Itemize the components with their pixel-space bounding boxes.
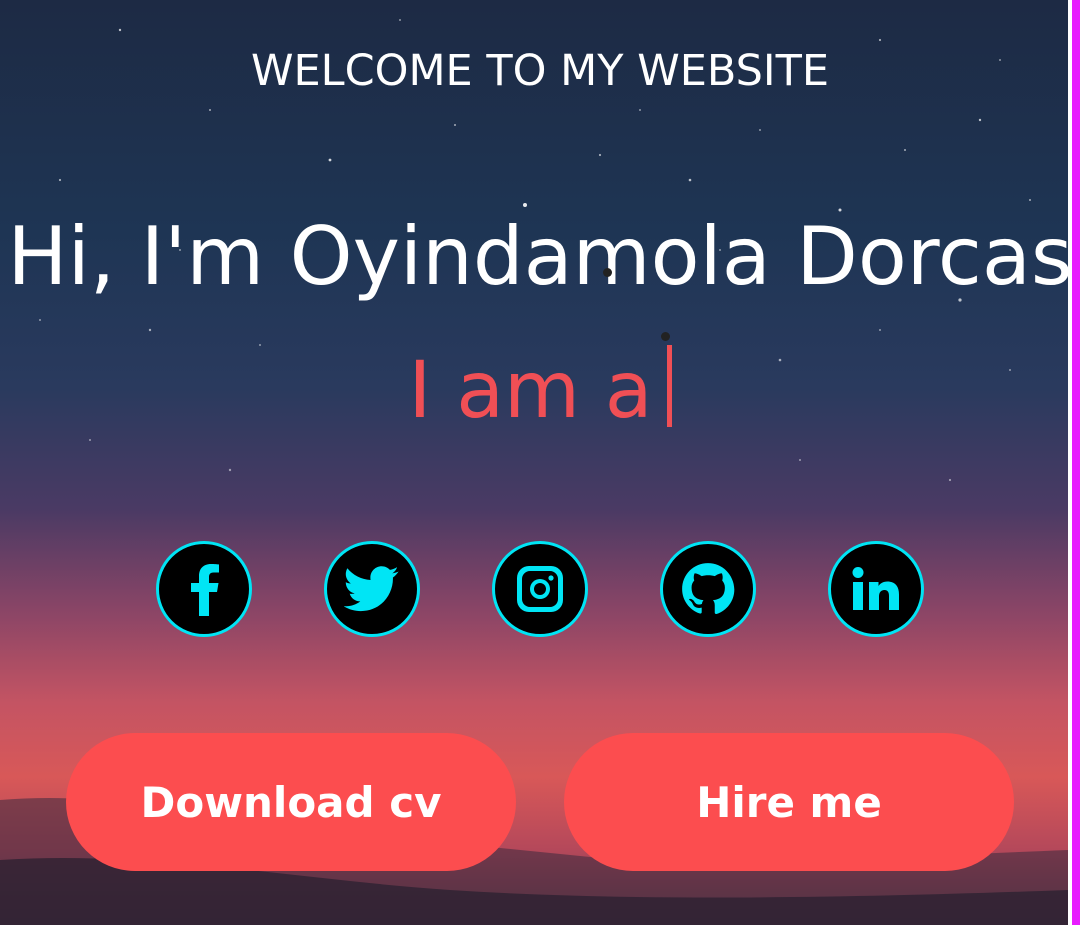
welcome-heading: WELCOME TO MY WEBSITE — [250, 46, 830, 96]
download-cv-button[interactable]: Download cv — [66, 733, 516, 871]
instagram-link[interactable] — [492, 541, 588, 637]
twitter-link[interactable] — [324, 541, 420, 637]
typing-cursor — [666, 345, 672, 427]
twitter-icon — [344, 566, 399, 612]
decorative-dot — [661, 332, 670, 341]
linkedin-link[interactable] — [828, 541, 924, 637]
instagram-icon — [517, 566, 563, 612]
social-links — [156, 541, 936, 637]
github-link[interactable] — [660, 541, 756, 637]
facebook-link[interactable] — [156, 541, 252, 637]
typed-role-line: I am a — [0, 345, 1080, 436]
github-icon — [682, 563, 735, 615]
linkedin-icon — [852, 567, 899, 610]
hire-me-button[interactable]: Hire me — [564, 733, 1014, 871]
scroll-indicator-line — [1072, 0, 1080, 925]
typed-prefix: I am a — [408, 346, 653, 436]
facebook-icon — [191, 564, 219, 616]
decorative-dot — [603, 268, 612, 277]
greeting-heading: Hi, I'm Oyindamola Dorcas — [7, 210, 1073, 303]
